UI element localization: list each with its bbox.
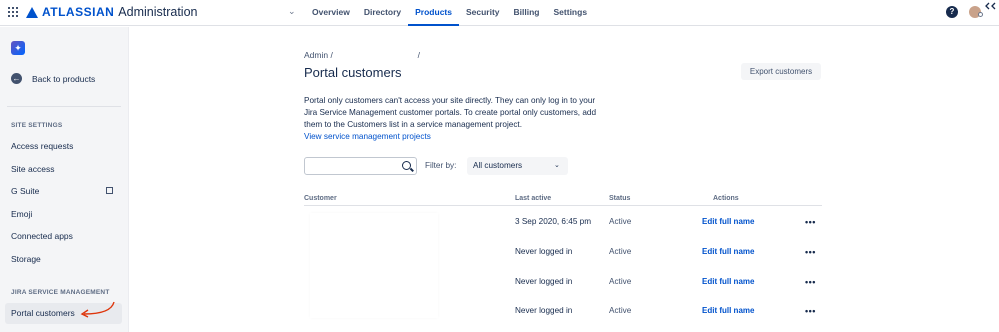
last-active-cell: Never logged in (515, 247, 573, 256)
page-description: Portal only customers can't access your … (304, 95, 604, 143)
page-title: Portal customers (304, 65, 402, 80)
table-header: Customer Last active Status Actions (304, 195, 822, 206)
chevron-down-icon: ⌄ (554, 162, 560, 169)
nav-settings[interactable]: Settings (547, 0, 595, 26)
more-actions-icon[interactable]: ••• (805, 277, 816, 287)
nav-billing[interactable]: Billing (507, 0, 547, 26)
more-actions-icon[interactable]: ••• (805, 247, 816, 257)
nav-security[interactable]: Security (459, 0, 507, 26)
sidebar: ✦ ← Back to products SITE SETTINGS Acces… (0, 27, 129, 332)
last-active-cell: 3 Sep 2020, 6:45 pm (515, 217, 592, 226)
chevron-down-icon[interactable]: ⌄ (288, 6, 296, 17)
nav-directory[interactable]: Directory (357, 0, 408, 26)
more-actions-icon[interactable]: ••• (805, 217, 816, 227)
edit-full-name-link[interactable]: Edit full name (702, 217, 754, 226)
status-cell: Active (609, 247, 632, 256)
app-switcher-icon[interactable] (8, 7, 18, 17)
main-content: Admin / / Portal customers Export custom… (130, 27, 999, 332)
collapse-icon[interactable] (983, 1, 999, 17)
external-link-icon (106, 187, 113, 194)
sidebar-item-storage[interactable]: Storage (11, 254, 41, 264)
edit-full-name-link[interactable]: Edit full name (702, 306, 754, 315)
last-active-cell: Never logged in (515, 306, 573, 315)
brand-product: Administration (118, 5, 198, 19)
view-service-management-projects-link[interactable]: View service management projects (304, 131, 604, 143)
nav-products[interactable]: Products (408, 0, 459, 26)
sidebar-item-g-suite[interactable]: G Suite (11, 186, 39, 196)
breadcrumb-separator: / (330, 50, 333, 60)
sidebar-item-access-requests[interactable]: Access requests (11, 141, 73, 151)
atlassian-logo-icon (26, 6, 38, 18)
arrow-left-icon: ← (11, 73, 22, 84)
breadcrumb-separator: / (417, 50, 420, 60)
sidebar-item-site-access[interactable]: Site access (11, 164, 54, 174)
filter-label: Filter by: (425, 161, 457, 170)
back-to-products-link[interactable]: ← Back to products (11, 73, 95, 84)
sidebar-section-site-settings: SITE SETTINGS (11, 122, 63, 129)
breadcrumb-admin[interactable]: Admin (304, 50, 328, 60)
help-icon[interactable]: ? (946, 6, 958, 18)
status-cell: Active (609, 306, 632, 315)
column-actions: Actions (713, 195, 739, 202)
nav-overview[interactable]: Overview (305, 0, 357, 26)
main-nav: Overview Directory Products Security Bil… (305, 0, 594, 26)
sidebar-section-jira-service-management: JIRA SERVICE MANAGEMENT (11, 289, 110, 296)
sidebar-divider (7, 106, 121, 107)
top-navigation-bar: ATLASSIAN Administration ⌄ Overview Dire… (0, 0, 999, 26)
export-customers-button[interactable]: Export customers (741, 63, 821, 80)
column-customer: Customer (304, 195, 337, 202)
atlassian-brand[interactable]: ATLASSIAN Administration (26, 3, 197, 21)
sidebar-item-emoji[interactable]: Emoji (11, 209, 32, 219)
jira-service-management-logo-icon: ✦ (11, 41, 25, 55)
column-status: Status (609, 195, 631, 202)
breadcrumb: Admin / / (304, 50, 420, 60)
search-icon[interactable] (402, 161, 411, 170)
description-text: Portal only customers can't access your … (304, 96, 597, 129)
edit-full-name-link[interactable]: Edit full name (702, 247, 754, 256)
sidebar-item-portal-customers[interactable]: Portal customers (11, 308, 75, 318)
search-input[interactable] (304, 157, 417, 175)
last-active-cell: Never logged in (515, 277, 573, 286)
redacted-customer-names (310, 213, 438, 318)
edit-full-name-link[interactable]: Edit full name (702, 277, 754, 286)
more-actions-icon[interactable]: ••• (805, 306, 816, 316)
brand-name: ATLASSIAN (42, 5, 115, 19)
breadcrumb-redacted[interactable] (335, 50, 415, 58)
column-last-active: Last active (515, 195, 552, 202)
status-cell: Active (609, 277, 632, 286)
filter-value: All customers (473, 161, 523, 170)
sidebar-item-connected-apps[interactable]: Connected apps (11, 231, 73, 241)
status-cell: Active (609, 217, 632, 226)
customer-filter-select[interactable]: All customers ⌄ (467, 157, 568, 175)
back-to-products-label: Back to products (32, 73, 96, 84)
annotation-arrow-icon (80, 301, 115, 318)
